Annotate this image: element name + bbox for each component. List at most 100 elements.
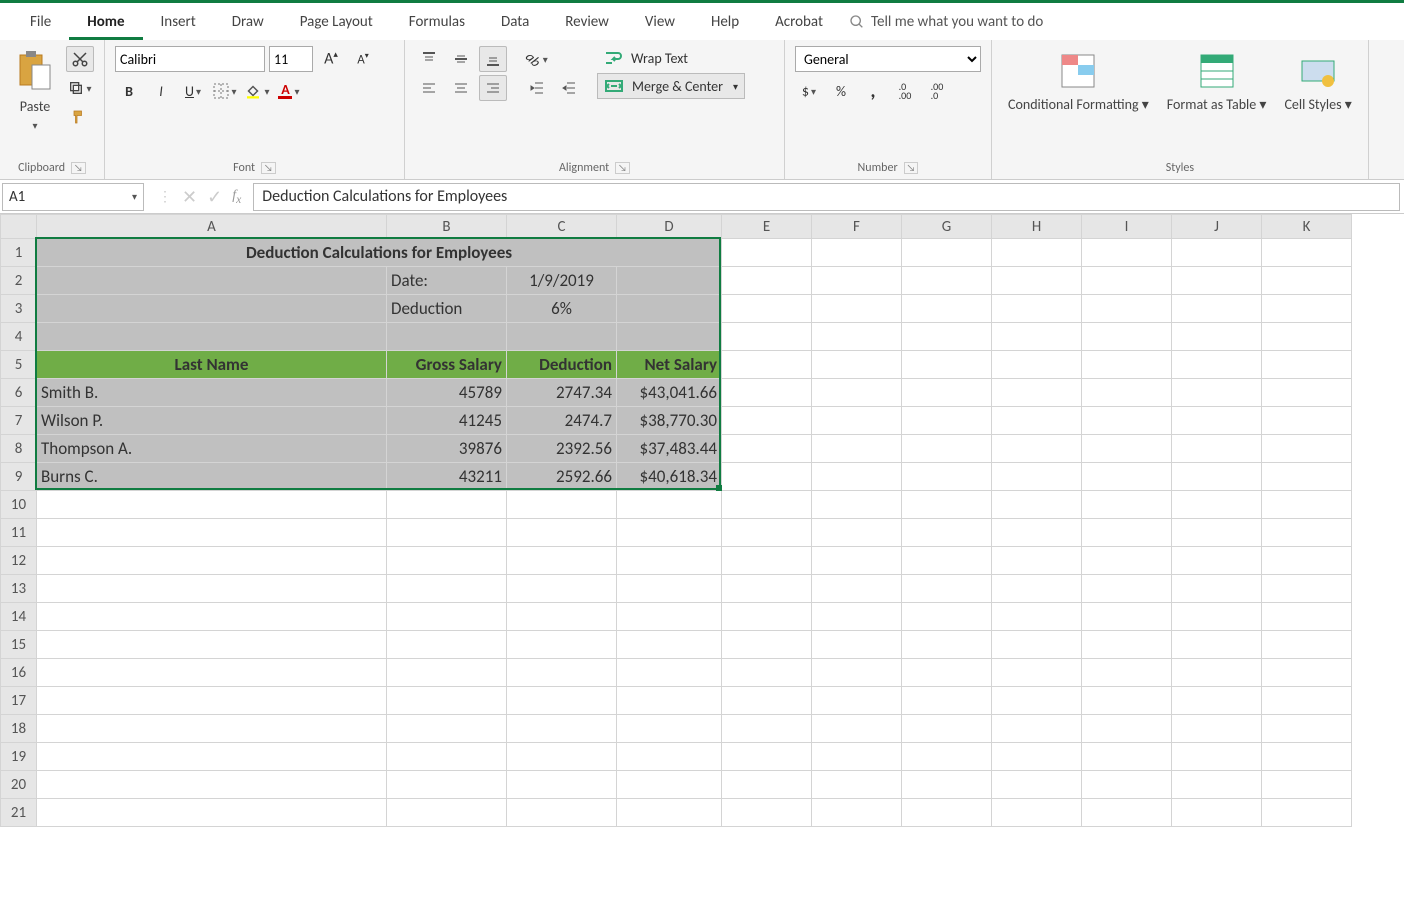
cell-F7[interactable] <box>812 407 902 435</box>
font-size-input[interactable] <box>269 46 313 72</box>
cell-I1[interactable] <box>1082 239 1172 267</box>
tab-file[interactable]: File <box>12 7 69 37</box>
cell-C9[interactable]: 2592.66 <box>507 463 617 491</box>
cell-J1[interactable] <box>1172 239 1262 267</box>
row-header-18[interactable]: 18 <box>1 715 37 743</box>
cell-E7[interactable] <box>722 407 812 435</box>
cell-E18[interactable] <box>722 715 812 743</box>
cell-K14[interactable] <box>1262 603 1352 631</box>
cell-J11[interactable] <box>1172 519 1262 547</box>
copy-button[interactable] <box>66 75 94 101</box>
cell-F2[interactable] <box>812 267 902 295</box>
col-header-F[interactable]: F <box>812 215 902 239</box>
row-header-9[interactable]: 9 <box>1 463 37 491</box>
col-header-C[interactable]: C <box>507 215 617 239</box>
tab-acrobat[interactable]: Acrobat <box>757 7 841 37</box>
cell-I4[interactable] <box>1082 323 1172 351</box>
cell-D16[interactable] <box>617 659 722 687</box>
cell-J17[interactable] <box>1172 687 1262 715</box>
col-header-K[interactable]: K <box>1262 215 1352 239</box>
cell-H4[interactable] <box>992 323 1082 351</box>
cell-E8[interactable] <box>722 435 812 463</box>
cell-I18[interactable] <box>1082 715 1172 743</box>
cell-E10[interactable] <box>722 491 812 519</box>
cell-K13[interactable] <box>1262 575 1352 603</box>
cell-K8[interactable] <box>1262 435 1352 463</box>
cell-G12[interactable] <box>902 547 992 575</box>
cell-G9[interactable] <box>902 463 992 491</box>
cell-F19[interactable] <box>812 743 902 771</box>
cell-F11[interactable] <box>812 519 902 547</box>
cell-K12[interactable] <box>1262 547 1352 575</box>
align-bottom-button[interactable] <box>479 46 507 72</box>
cell-I9[interactable] <box>1082 463 1172 491</box>
tell-me-search[interactable]: Tell me what you want to do <box>849 13 1043 31</box>
cell-J15[interactable] <box>1172 631 1262 659</box>
cell-B7[interactable]: 41245 <box>387 407 507 435</box>
cell-C4[interactable] <box>507 323 617 351</box>
cell-C20[interactable] <box>507 771 617 799</box>
cell-E12[interactable] <box>722 547 812 575</box>
col-header-D[interactable]: D <box>617 215 722 239</box>
cell-H15[interactable] <box>992 631 1082 659</box>
cell-H8[interactable] <box>992 435 1082 463</box>
font-color-button[interactable]: A <box>275 78 303 104</box>
cell-H12[interactable] <box>992 547 1082 575</box>
row-header-1[interactable]: 1 <box>1 239 37 267</box>
cell-A4[interactable] <box>37 323 387 351</box>
cell-G3[interactable] <box>902 295 992 323</box>
cell-J2[interactable] <box>1172 267 1262 295</box>
cell-F5[interactable] <box>812 351 902 379</box>
increase-indent-button[interactable] <box>555 75 583 101</box>
cell-C12[interactable] <box>507 547 617 575</box>
cell-F1[interactable] <box>812 239 902 267</box>
cell-G18[interactable] <box>902 715 992 743</box>
cell-E3[interactable] <box>722 295 812 323</box>
cell-F16[interactable] <box>812 659 902 687</box>
merge-center-button[interactable]: Merge & Center ▾ <box>597 73 745 99</box>
cell-G6[interactable] <box>902 379 992 407</box>
name-box[interactable]: A1 ▾ <box>2 183 144 211</box>
accounting-format-button[interactable]: $ <box>795 78 823 104</box>
cell-K7[interactable] <box>1262 407 1352 435</box>
cell-H5[interactable] <box>992 351 1082 379</box>
cell-J19[interactable] <box>1172 743 1262 771</box>
cell-B15[interactable] <box>387 631 507 659</box>
cell-E16[interactable] <box>722 659 812 687</box>
cell-J7[interactable] <box>1172 407 1262 435</box>
cell-C5[interactable]: Deduction <box>507 351 617 379</box>
cell-I17[interactable] <box>1082 687 1172 715</box>
cell-C7[interactable]: 2474.7 <box>507 407 617 435</box>
cell-B17[interactable] <box>387 687 507 715</box>
cell-B19[interactable] <box>387 743 507 771</box>
cell-A10[interactable] <box>37 491 387 519</box>
cell-D18[interactable] <box>617 715 722 743</box>
cell-D5[interactable]: Net Salary <box>617 351 722 379</box>
cell-D12[interactable] <box>617 547 722 575</box>
cell-I7[interactable] <box>1082 407 1172 435</box>
cell-B12[interactable] <box>387 547 507 575</box>
cell-A15[interactable] <box>37 631 387 659</box>
cell-C3[interactable]: 6% <box>507 295 617 323</box>
cell-H16[interactable] <box>992 659 1082 687</box>
cell-I10[interactable] <box>1082 491 1172 519</box>
cell-I3[interactable] <box>1082 295 1172 323</box>
cell-F13[interactable] <box>812 575 902 603</box>
cell-F8[interactable] <box>812 435 902 463</box>
cell-G19[interactable] <box>902 743 992 771</box>
col-header-E[interactable]: E <box>722 215 812 239</box>
col-header-J[interactable]: J <box>1172 215 1262 239</box>
cell-A1[interactable]: Deduction Calculations for Employees <box>37 239 722 267</box>
align-right-button[interactable] <box>479 75 507 101</box>
cell-K21[interactable] <box>1262 799 1352 827</box>
cell-K17[interactable] <box>1262 687 1352 715</box>
cell-A9[interactable]: Burns C. <box>37 463 387 491</box>
cell-J18[interactable] <box>1172 715 1262 743</box>
cell-E11[interactable] <box>722 519 812 547</box>
cell-H17[interactable] <box>992 687 1082 715</box>
cell-G1[interactable] <box>902 239 992 267</box>
cell-K9[interactable] <box>1262 463 1352 491</box>
cell-F4[interactable] <box>812 323 902 351</box>
row-header-15[interactable]: 15 <box>1 631 37 659</box>
cell-D15[interactable] <box>617 631 722 659</box>
